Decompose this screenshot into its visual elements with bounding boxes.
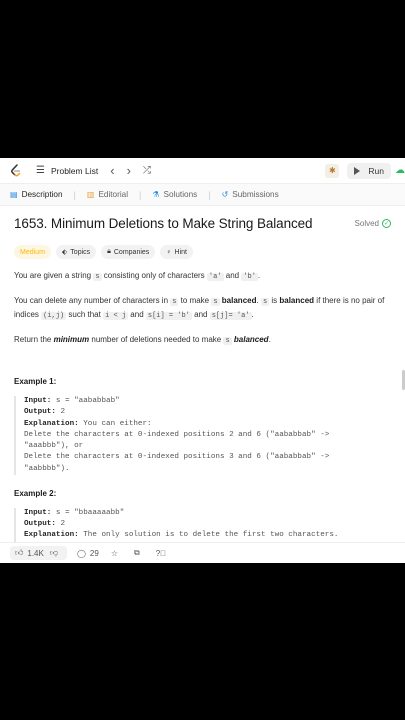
topics-button[interactable]: ⬖ Topics xyxy=(55,245,97,259)
description-paragraph-1: You are given a string s consisting only… xyxy=(14,271,261,281)
thumbs-up-icon[interactable]: 👍︎ xyxy=(15,548,23,558)
tag-row: Medium ⬖ Topics 🔒︎ Companies ♀ Hint xyxy=(14,245,391,259)
play-icon xyxy=(354,166,361,175)
shuffle-icon[interactable]: ⤮ xyxy=(143,165,151,176)
example-2-block: Input: s = "bbaaaaabb" Output: 2 Explana… xyxy=(14,507,391,542)
help-button[interactable]: ?⃝ xyxy=(156,549,170,558)
tab-solutions-label: Solutions xyxy=(163,190,198,199)
list-icon: ☰ xyxy=(36,165,45,176)
thumbs-down-icon[interactable]: 👎︎ xyxy=(50,548,58,558)
bottom-bar: 👍︎ 1.4K 👎︎ ◯ 29 ☆ ⧉ ?⃝ xyxy=(0,542,405,563)
tab-divider: | xyxy=(208,189,211,200)
like-count: 1.4K xyxy=(27,548,44,558)
tab-divider: | xyxy=(139,189,142,200)
hint-label: Hint xyxy=(174,248,187,256)
problem-title[interactable]: 1653. Minimum Deletions to Make String B… xyxy=(14,216,313,231)
hint-button[interactable]: ♀ Hint xyxy=(160,245,193,259)
prev-problem-icon[interactable]: ‹ xyxy=(110,164,114,177)
description-paragraph-2: You can delete any number of characters … xyxy=(14,295,385,321)
description-paragraph-3: Return the minimum number of deletions n… xyxy=(14,334,271,345)
topics-label: Topics xyxy=(70,248,91,256)
comment-icon: ◯ xyxy=(76,548,86,558)
tab-submissions[interactable]: ↺ Submissions xyxy=(222,190,279,199)
tab-solutions[interactable]: ⚗ Solutions xyxy=(152,190,197,199)
leetcode-screen: ☰ Problem List ‹ › ⤮ ✱ Run ☁ ▤ Descripti… xyxy=(0,158,405,563)
lock-icon: 🔒︎ xyxy=(107,248,111,255)
share-button[interactable]: ⧉ xyxy=(134,548,144,558)
share-icon: ⧉ xyxy=(134,548,140,557)
solved-label: Solved xyxy=(354,219,379,228)
tag-icon: ⬖ xyxy=(61,249,68,256)
comment-count: 29 xyxy=(89,548,99,558)
next-problem-icon[interactable]: › xyxy=(127,164,131,177)
check-circle-icon: ✓ xyxy=(382,219,391,228)
tab-bar: ▤ Description | ▥ Editorial | ⚗ Solution… xyxy=(0,184,405,206)
run-label: Run xyxy=(368,165,384,176)
title-row: 1653. Minimum Deletions to Make String B… xyxy=(14,216,391,231)
tab-editorial[interactable]: ▥ Editorial xyxy=(87,190,128,199)
lightbulb-icon: ♀ xyxy=(166,248,172,256)
problem-list-button[interactable]: ☰ Problem List xyxy=(36,165,98,176)
description-icon: ▤ xyxy=(10,190,18,199)
question-icon: ?⃝ xyxy=(155,548,167,558)
top-bar: ☰ Problem List ‹ › ⤮ ✱ Run ☁ xyxy=(0,158,405,184)
example-2-title: Example 2: xyxy=(14,488,57,498)
difficulty-badge: Medium xyxy=(14,245,51,259)
run-button[interactable]: Run xyxy=(347,162,391,179)
favorite-button[interactable]: ☆ xyxy=(111,549,122,558)
tab-description-label: Description xyxy=(21,190,63,199)
history-icon: ↺ xyxy=(221,190,229,199)
example-1-title: Example 1: xyxy=(14,377,57,387)
leetcode-logo-icon[interactable] xyxy=(10,163,22,178)
problem-description: 1653. Minimum Deletions to Make String B… xyxy=(0,216,405,542)
solved-status: Solved ✓ xyxy=(355,219,391,228)
problem-list-label: Problem List xyxy=(50,165,99,176)
tab-submissions-label: Submissions xyxy=(232,190,279,199)
tab-editorial-label: Editorial xyxy=(98,190,129,199)
editorial-icon: ▥ xyxy=(86,190,95,199)
example-1-block: Input: s = "aababbab" Output: 2 Explanat… xyxy=(14,396,391,475)
comments-button[interactable]: ◯ 29 xyxy=(77,549,99,558)
tab-divider: | xyxy=(73,189,76,200)
submit-icon[interactable]: ☁ xyxy=(395,165,405,176)
flask-icon: ⚗ xyxy=(152,190,160,199)
companies-button[interactable]: 🔒︎ Companies xyxy=(101,245,156,259)
companies-label: Companies xyxy=(113,248,150,256)
tab-description[interactable]: ▤ Description xyxy=(10,190,63,199)
like-dislike-group: 👍︎ 1.4K 👎︎ xyxy=(10,546,67,560)
debug-icon[interactable]: ✱ xyxy=(325,163,340,178)
star-icon: ☆ xyxy=(110,548,118,558)
